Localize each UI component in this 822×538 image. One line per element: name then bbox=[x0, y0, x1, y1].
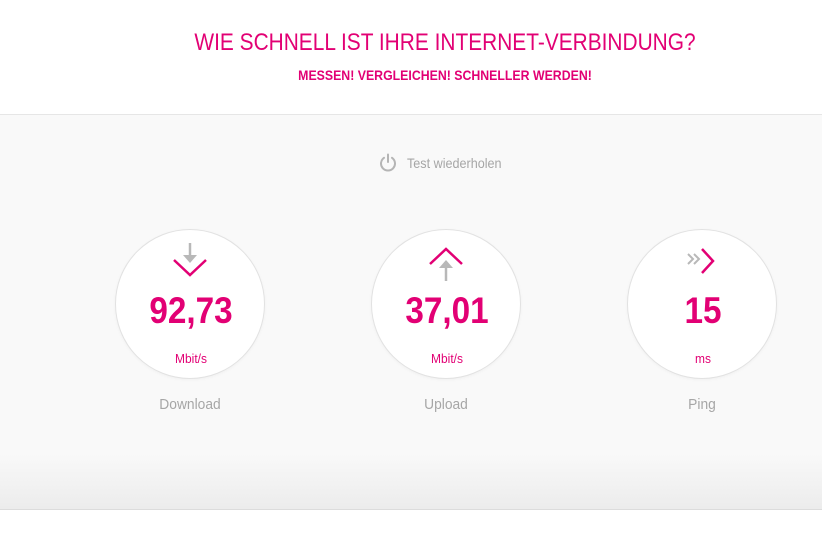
ping-unit: ms bbox=[695, 351, 711, 366]
ping-chevron-icon bbox=[687, 248, 715, 274]
upload-metric: 37,01 Mbit/s Upload bbox=[371, 229, 521, 413]
download-metric: 92,73 Mbit/s Download bbox=[115, 229, 265, 413]
upload-arrow-icon bbox=[429, 247, 463, 281]
page-subtitle: MESSEN! VERGLEICHEN! SCHNELLER WERDEN! bbox=[298, 67, 592, 83]
download-unit: Mbit/s bbox=[175, 351, 207, 366]
ping-caption: Ping bbox=[688, 396, 716, 413]
upload-circle: 37,01 Mbit/s bbox=[371, 229, 521, 379]
ping-circle: 15 ms bbox=[627, 229, 777, 379]
ping-metric: 15 ms Ping bbox=[627, 229, 777, 413]
upload-value: 37,01 bbox=[405, 290, 489, 331]
retest-label: Test wiederholen bbox=[407, 155, 502, 171]
upload-caption: Upload bbox=[424, 396, 468, 413]
retest-button[interactable]: Test wiederholen bbox=[378, 152, 512, 174]
download-value: 92,73 bbox=[149, 290, 233, 331]
page-header: WIE SCHNELL IST IHRE INTERNET-VERBINDUNG… bbox=[0, 0, 822, 115]
upload-unit: Mbit/s bbox=[431, 351, 463, 366]
power-icon bbox=[380, 153, 396, 172]
download-caption: Download bbox=[159, 396, 221, 413]
download-arrow-icon bbox=[173, 243, 207, 277]
ping-value: 15 bbox=[684, 290, 722, 331]
download-circle: 92,73 Mbit/s bbox=[115, 229, 265, 379]
page-title: WIE SCHNELL IST IHRE INTERNET-VERBINDUNG… bbox=[194, 29, 696, 56]
